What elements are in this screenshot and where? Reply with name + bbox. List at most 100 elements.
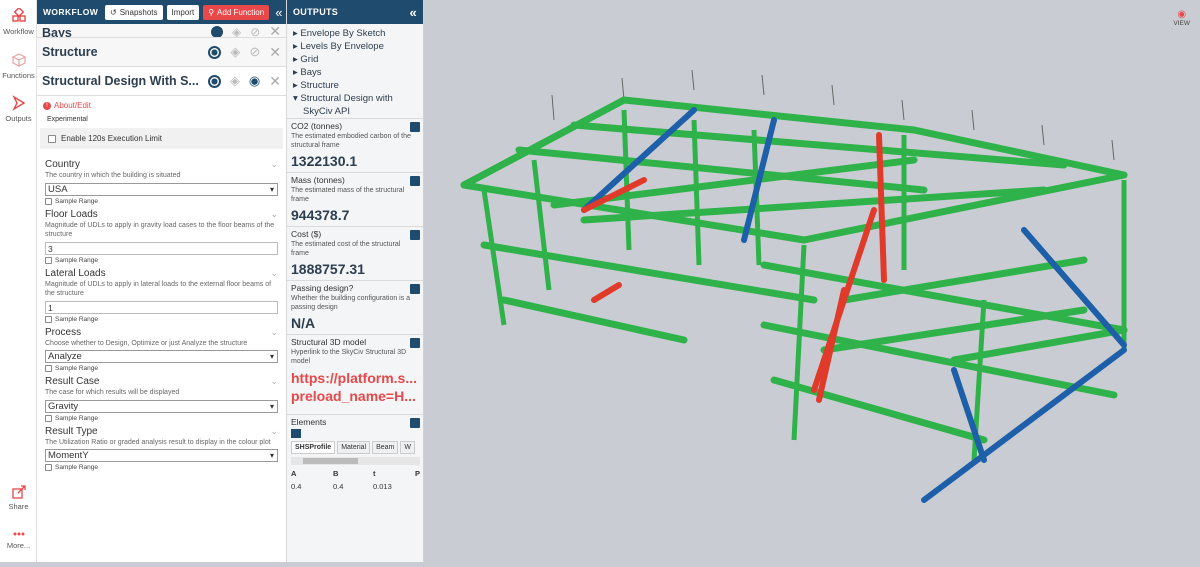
tree-item[interactable]: ▸ Bays	[293, 66, 419, 79]
field-desc: The Utilization Ratio or graded analysis…	[45, 438, 271, 446]
sample-range-checkbox[interactable]	[45, 315, 52, 323]
eye-icon[interactable]: ◉	[249, 73, 260, 89]
close-icon[interactable]: ✕	[269, 24, 281, 37]
output-value: 1888757.31	[291, 261, 365, 277]
outputs-title: OUTPUTS	[293, 7, 339, 17]
output-title: Structural 3D model	[291, 337, 367, 347]
tree-item[interactable]: ▸ Structure	[293, 79, 419, 92]
external-link-icon[interactable]	[410, 230, 420, 240]
layers-icon[interactable]: ◈	[232, 25, 241, 38]
output-value: N/A	[291, 315, 316, 331]
sample-range-toggle[interactable]: Sample Range	[45, 414, 278, 422]
sample-range-toggle[interactable]: Sample Range	[45, 256, 278, 264]
result-type-select[interactable]: MomentY ▾	[45, 449, 278, 462]
chevron-down-icon[interactable]: ⌄	[270, 426, 278, 437]
close-icon[interactable]: ✕	[269, 44, 281, 61]
tab-shsprofile[interactable]: SHSProfile	[291, 441, 336, 454]
chevron-down-icon: ▾	[269, 184, 274, 194]
external-link-icon[interactable]	[410, 176, 420, 186]
external-link-icon[interactable]	[410, 122, 420, 132]
table-cell	[415, 480, 423, 493]
structure-model[interactable]	[424, 0, 1200, 562]
chevron-down-icon[interactable]: ⌄	[270, 209, 278, 220]
floor-loads-input[interactable]: 3	[45, 241, 278, 255]
horizontal-scrollbar[interactable]	[291, 457, 420, 465]
field-result-case: Result Case ⌄ The case for which results …	[37, 376, 286, 422]
tab-more[interactable]: W	[400, 441, 415, 454]
lateral-loads-input[interactable]: 1	[45, 300, 278, 314]
chevron-down-icon[interactable]: ⌄	[270, 327, 278, 338]
sample-range-checkbox[interactable]	[45, 256, 52, 264]
external-link-icon[interactable]	[410, 418, 420, 428]
chevron-down-icon[interactable]: ⌄	[270, 268, 278, 279]
output-passing: Passing design? Whether the building con…	[287, 280, 423, 334]
layers-icon[interactable]: ◈	[230, 44, 240, 60]
external-link-icon[interactable]	[410, 284, 420, 294]
status-dot-icon	[210, 25, 223, 37]
sample-range-toggle[interactable]: Sample Range	[45, 464, 278, 471]
sample-range-toggle[interactable]: Sample Range	[45, 197, 278, 205]
outputs-icon	[11, 95, 25, 111]
viewport-3d[interactable]: ◉ VIEW	[424, 0, 1200, 562]
sample-range-toggle[interactable]: Sample Range	[45, 315, 278, 323]
rail-share[interactable]: Share	[0, 485, 37, 511]
tree-item[interactable]: ▸ Grid	[293, 53, 419, 66]
field-floor-loads: Floor Loads ⌄ Magnitude of UDLs to apply …	[37, 209, 286, 264]
rail-outputs[interactable]: Outputs	[0, 95, 37, 123]
workflow-row-structure[interactable]: Structure ◈ ⊘ ✕	[37, 38, 286, 67]
field-label: Country	[45, 159, 81, 170]
field-desc: Magnitude of UDLs to apply in gravity lo…	[45, 221, 275, 239]
hidden-eye-icon[interactable]: ⊘	[250, 25, 260, 38]
table-cell: 0.4	[333, 482, 344, 491]
rail-workflow[interactable]: Workflow	[0, 8, 37, 36]
collapse-outputs-icon[interactable]: «	[409, 5, 417, 20]
result-case-select[interactable]: Gravity ▾	[45, 399, 278, 413]
sample-range-checkbox[interactable]	[45, 414, 52, 422]
external-link-icon[interactable]	[410, 338, 420, 348]
layers-icon[interactable]: ◈	[230, 73, 240, 89]
experimental-label: Experimental	[47, 116, 88, 123]
snapshots-button[interactable]: ↺ Snapshots	[105, 4, 163, 20]
workflow-row-structural-design[interactable]: Structural Design With S... ◈ ◉ ✕	[37, 67, 286, 96]
expand-icon[interactable]	[291, 429, 301, 438]
sample-range-checkbox[interactable]	[45, 464, 52, 471]
workflow-header: WORKFLOW ↺ Snapshots Import ⚲ Add Function…	[37, 0, 286, 24]
tab-beam[interactable]: Beam	[372, 441, 399, 454]
tab-material[interactable]: Material	[337, 441, 371, 454]
about-edit-link[interactable]: ! About/Edit	[37, 96, 286, 110]
view-toggle[interactable]: ◉ VIEW	[1173, 9, 1190, 27]
tree-item-open[interactable]: ▾ Structural Design with	[293, 92, 419, 105]
workflow-row-bays[interactable]: Bays ◈ ⊘ ✕	[37, 24, 286, 38]
exec-limit-checkbox[interactable]	[48, 134, 56, 143]
chevron-down-icon[interactable]: ⌄	[270, 376, 278, 387]
result-case-value: Gravity	[48, 400, 79, 412]
outputs-header: OUTPUTS «	[287, 0, 423, 24]
sample-range-checkbox[interactable]	[45, 197, 52, 205]
collapse-workflow-icon[interactable]: «	[275, 5, 282, 20]
view-label: VIEW	[1173, 20, 1190, 27]
workflow-row-name: Structure	[42, 45, 98, 59]
outputs-panel: OUTPUTS « ▸ Envelope By Sketch ▸ Levels …	[287, 0, 424, 562]
sample-range-toggle[interactable]: Sample Range	[45, 365, 278, 372]
country-select[interactable]: USA ▾	[45, 182, 278, 196]
rail-more-label: More...	[6, 541, 31, 550]
hidden-eye-icon[interactable]: ⊘	[249, 44, 260, 60]
model-link[interactable]: https://platform.s... preload_name=H...	[291, 369, 420, 405]
exec-limit-toggle[interactable]: Enable 120s Execution Limit	[48, 134, 275, 143]
exec-limit-label: Enable 120s Execution Limit	[61, 134, 162, 143]
tree-item-label: Levels By Envelope	[300, 41, 384, 52]
functions-icon	[11, 53, 26, 67]
rail-more[interactable]: More...	[0, 530, 37, 550]
rail-functions[interactable]: Functions	[0, 52, 37, 80]
import-button[interactable]: Import	[166, 4, 200, 20]
sample-range-checkbox[interactable]	[45, 365, 52, 372]
process-select[interactable]: Analyze ▾	[45, 350, 278, 363]
output-co2: CO2 (tonnes) The estimated embodied carb…	[287, 118, 423, 172]
tree-item[interactable]: ▸ Envelope By Sketch	[293, 27, 419, 40]
add-function-button[interactable]: ⚲ Add Function	[203, 4, 270, 20]
close-icon[interactable]: ✕	[269, 73, 281, 90]
sample-range-label: Sample Range	[55, 464, 98, 471]
chevron-down-icon[interactable]: ⌄	[270, 159, 278, 170]
share-icon	[11, 485, 26, 499]
tree-item[interactable]: ▸ Levels By Envelope	[293, 40, 419, 53]
